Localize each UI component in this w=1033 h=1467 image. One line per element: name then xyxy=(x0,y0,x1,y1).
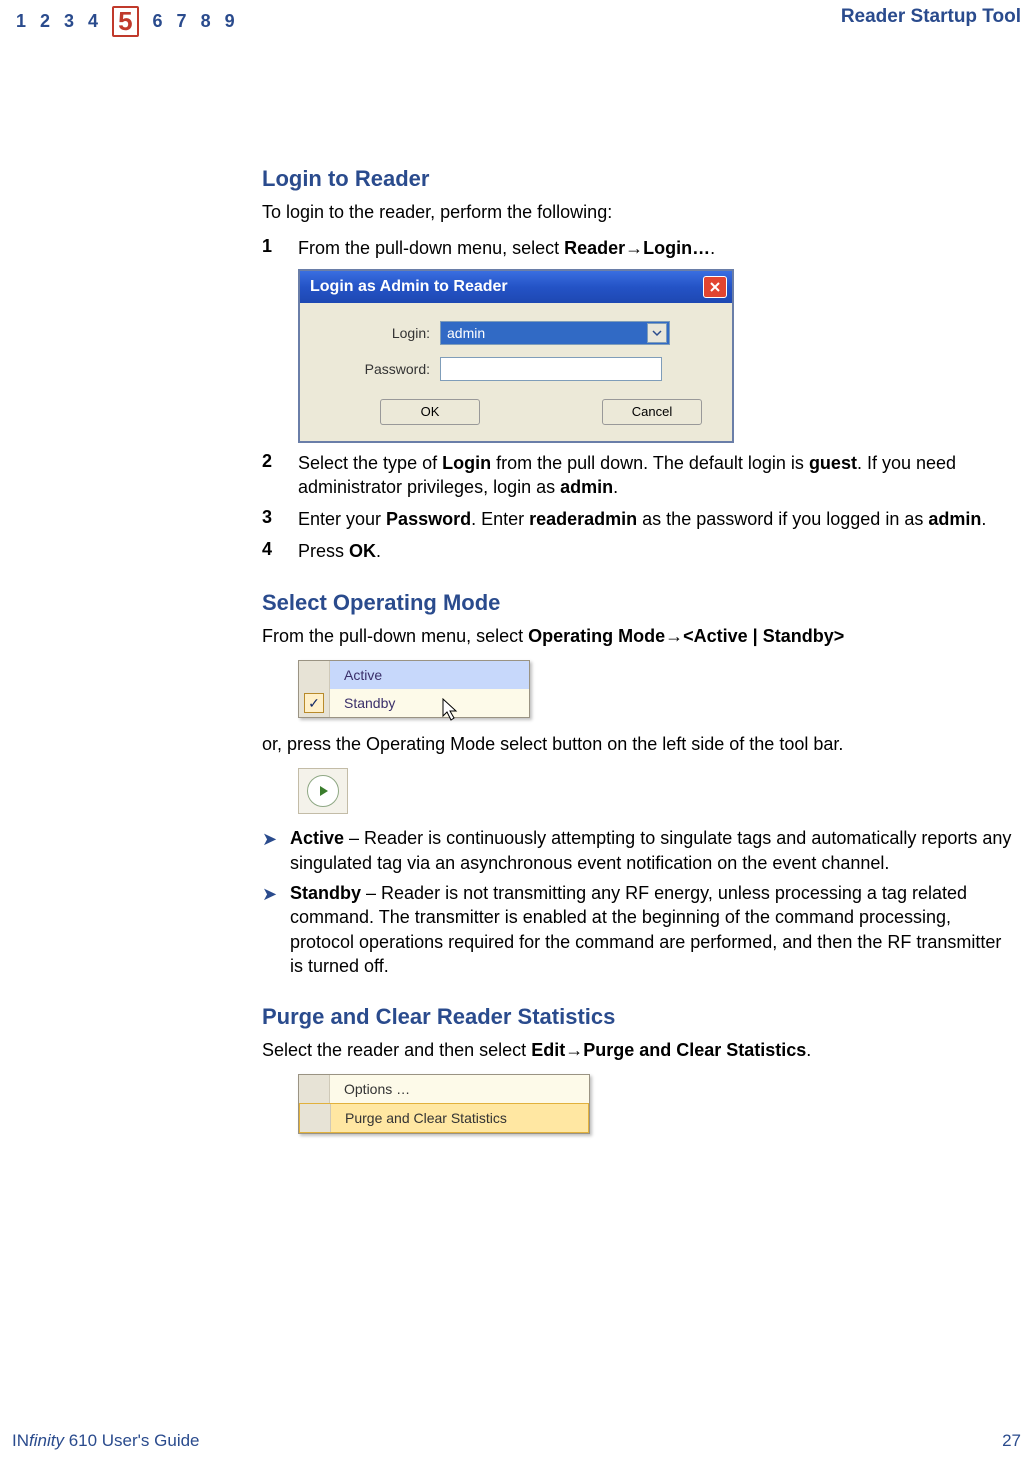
chapter-link-7[interactable]: 7 xyxy=(177,11,187,32)
edit-menu: Options … Purge and Clear Statistics xyxy=(298,1074,590,1134)
menu-item-purge[interactable]: Purge and Clear Statistics xyxy=(299,1103,589,1133)
chapter-nav: 1 2 3 4 5 6 7 8 9 xyxy=(16,6,235,37)
login-dialog-title: Login as Admin to Reader xyxy=(310,278,508,296)
step-1-text: From the pull-down menu, select Reader→L… xyxy=(298,236,715,260)
heading-login: Login to Reader xyxy=(262,166,1012,192)
arrowhead-icon: ➤ xyxy=(262,881,290,978)
chapter-link-3[interactable]: 3 xyxy=(64,11,74,32)
chevron-down-icon[interactable] xyxy=(647,323,667,343)
mode-after-menu: or, press the Operating Mode select butt… xyxy=(262,732,1012,756)
cancel-button[interactable]: Cancel xyxy=(602,399,702,425)
login-label: Login: xyxy=(320,325,440,341)
menu-item-options[interactable]: Options … xyxy=(299,1075,589,1103)
close-icon[interactable] xyxy=(703,276,727,298)
step-3-text: Enter your Password. Enter readeradmin a… xyxy=(298,507,986,531)
chapter-link-8[interactable]: 8 xyxy=(201,11,211,32)
menu-item-active[interactable]: Active xyxy=(299,661,529,689)
login-value: admin xyxy=(447,325,485,341)
arrowhead-icon: ➤ xyxy=(262,826,290,875)
page-number: 27 xyxy=(1002,1431,1021,1451)
menu-item-standby[interactable]: ✓ Standby xyxy=(299,689,529,717)
operating-mode-menu: Active ✓ Standby xyxy=(298,660,530,718)
play-icon xyxy=(307,775,339,807)
page-header-title: Reader Startup Tool xyxy=(841,6,1021,28)
heading-purge: Purge and Clear Reader Statistics xyxy=(262,1004,1012,1030)
mode-intro: From the pull-down menu, select Operatin… xyxy=(262,624,1012,648)
step-2-text: Select the type of Login from the pull d… xyxy=(298,451,1012,500)
login-dialog: Login as Admin to Reader Login: admin Pa… xyxy=(298,269,734,443)
login-intro: To login to the reader, perform the foll… xyxy=(262,200,1012,224)
purge-intro: Select the reader and then select Edit→P… xyxy=(262,1038,1012,1062)
footer-title: INfinity 610 User's Guide xyxy=(12,1431,200,1451)
bullet-active: ➤ Active – Reader is continuously attemp… xyxy=(262,826,1012,875)
ok-button[interactable]: OK xyxy=(380,399,480,425)
chapter-link-9[interactable]: 9 xyxy=(225,11,235,32)
login-select[interactable]: admin xyxy=(440,321,670,345)
chapter-current: 5 xyxy=(112,6,138,37)
login-dialog-titlebar: Login as Admin to Reader xyxy=(300,271,732,303)
password-input[interactable] xyxy=(440,357,662,381)
step-number: 3 xyxy=(262,507,298,531)
password-label: Password: xyxy=(320,361,440,377)
operating-mode-toolbar-button[interactable] xyxy=(298,768,348,814)
step-number: 4 xyxy=(262,539,298,563)
bullet-standby: ➤ Standby – Reader is not transmitting a… xyxy=(262,881,1012,978)
step-4-text: Press OK. xyxy=(298,539,381,563)
chapter-link-4[interactable]: 4 xyxy=(88,11,98,32)
step-number: 1 xyxy=(262,236,298,260)
chapter-link-1[interactable]: 1 xyxy=(16,11,26,32)
step-number: 2 xyxy=(262,451,298,500)
chapter-link-6[interactable]: 6 xyxy=(153,11,163,32)
heading-mode: Select Operating Mode xyxy=(262,590,1012,616)
check-icon: ✓ xyxy=(304,693,324,713)
chapter-link-2[interactable]: 2 xyxy=(40,11,50,32)
